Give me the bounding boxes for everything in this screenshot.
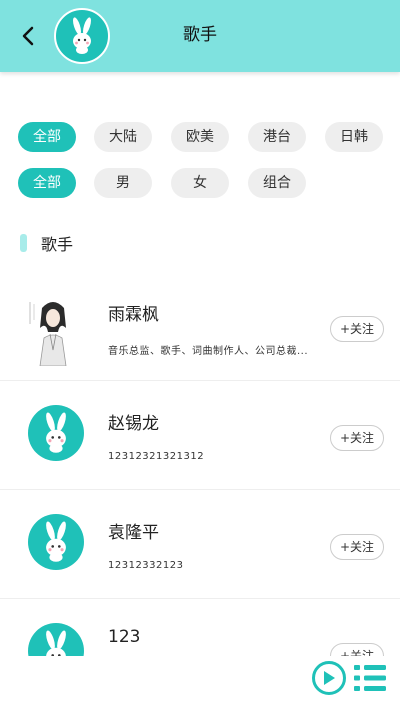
singer-name: 袁隆平 [108,523,159,543]
type-chip-female[interactable]: 女 [171,168,229,198]
type-chip-all[interactable]: 全部 [18,168,76,198]
follow-button[interactable]: +关注 [330,534,384,560]
singer-name: 雨霖枫 [108,305,159,325]
singer-avatar [28,623,84,656]
follow-button[interactable]: +关注 [330,643,384,656]
app-header: 歌手 [0,0,400,72]
region-chip-mainland[interactable]: 大陆 [94,122,152,152]
bunny-avatar-icon [46,412,66,453]
type-filter-row: 全部 男 女 组合 [0,168,400,198]
singer-row[interactable]: 123 +关注 [0,599,400,656]
bunny-avatar-icon [46,521,66,562]
singer-name: 赵锡龙 [108,414,159,434]
play-button[interactable] [312,661,346,695]
singer-desc: 12312332123 [108,560,184,571]
mini-player [312,660,390,696]
singer-photo-icon [24,294,82,366]
singer-desc: 音乐总监、歌手、词曲制作人、公司总裁... [108,346,309,357]
singer-row[interactable]: 袁隆平 12312332123 +关注 [0,490,400,599]
filter-panel: 全部 大陆 欧美 港台 日韩 全部 男 女 组合 [0,122,400,214]
region-chip-west[interactable]: 欧美 [171,122,229,152]
play-icon [324,671,335,685]
singer-name: 123 [108,627,141,647]
region-chip-hktw[interactable]: 港台 [248,122,306,152]
follow-button[interactable]: +关注 [330,425,384,451]
singer-avatar [28,514,84,570]
region-filter-row: 全部 大陆 欧美 港台 日韩 [0,122,400,152]
region-chip-jpkr[interactable]: 日韩 [325,122,383,152]
section-title: 歌手 [41,235,74,254]
singer-row[interactable]: 雨霖枫 音乐总监、歌手、词曲制作人、公司总裁... +关注 [0,272,400,381]
bunny-avatar-icon [46,630,66,656]
type-chip-male[interactable]: 男 [94,168,152,198]
singer-row[interactable]: 赵锡龙 12312321321312 +关注 [0,381,400,490]
playlist-icon [354,665,386,691]
singer-list: 雨霖枫 音乐总监、歌手、词曲制作人、公司总裁... +关注 赵锡龙 123123… [0,272,400,656]
type-chip-group[interactable]: 组合 [248,168,306,198]
page-title: 歌手 [183,25,217,45]
region-chip-all[interactable]: 全部 [18,122,76,152]
section-header: 歌手 [20,230,73,256]
section-marker [20,234,27,252]
singer-desc: 12312321321312 [108,451,205,462]
singer-avatar [24,294,82,366]
follow-button[interactable]: +关注 [330,316,384,342]
playlist-button[interactable] [354,663,388,693]
singer-avatar [28,405,84,461]
